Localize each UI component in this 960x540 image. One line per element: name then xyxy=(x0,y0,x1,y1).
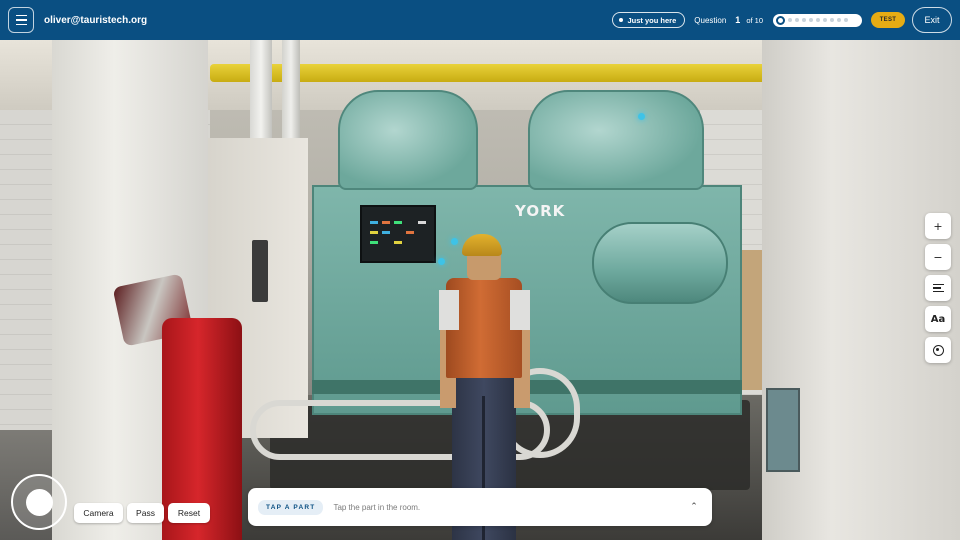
bottom-action-buttons: Camera Pass Reset xyxy=(74,503,210,523)
progress-pip xyxy=(802,18,806,22)
progress-pip xyxy=(788,18,792,22)
text-size-icon: Aa xyxy=(930,313,946,325)
avatar-sleeve xyxy=(439,290,459,330)
avatar-sleeve xyxy=(510,290,530,330)
question-prompt-panel: TAP A PART Tap the part in the room. ⌃ xyxy=(248,488,712,526)
dot-icon xyxy=(618,18,623,22)
list-button[interactable] xyxy=(925,275,951,301)
question-progress xyxy=(773,13,862,27)
cardboard-boxes[interactable] xyxy=(740,250,762,390)
question-label: Question xyxy=(694,15,727,25)
room-scene-viewport[interactable]: YORK xyxy=(0,0,960,540)
control-panel[interactable] xyxy=(360,205,436,263)
compressor-left[interactable] xyxy=(338,90,478,190)
question-type-tag: TAP A PART xyxy=(258,499,324,515)
hotspot-marker[interactable] xyxy=(638,113,645,120)
view-toolbar: + − Aa xyxy=(925,213,951,363)
target-icon xyxy=(932,344,944,356)
menu-icon xyxy=(15,14,27,17)
camera-button[interactable]: Camera xyxy=(74,503,123,523)
chevron-up-icon: ⌃ xyxy=(690,502,698,512)
progress-pip xyxy=(837,18,841,22)
pass-button[interactable]: Pass xyxy=(127,503,164,523)
question-instruction: Tap the part in the room. xyxy=(333,502,421,512)
progress-pip xyxy=(816,18,820,22)
user-email: oliver@tauristech.org xyxy=(44,14,148,26)
wall-sign[interactable] xyxy=(766,388,800,472)
movement-joystick[interactable] xyxy=(11,474,67,530)
vertical-pipe[interactable] xyxy=(282,40,300,150)
progress-pip xyxy=(795,18,799,22)
progress-pip xyxy=(830,18,834,22)
presence-chip[interactable]: Just you here xyxy=(611,12,686,28)
hotspot-marker[interactable] xyxy=(438,258,445,265)
menu-button[interactable] xyxy=(8,7,34,33)
recenter-button[interactable] xyxy=(925,337,951,363)
compressor-right[interactable] xyxy=(528,90,704,190)
question-total: of 10 xyxy=(746,15,763,25)
presence-chip-label: Just you here xyxy=(627,15,677,25)
text-size-button[interactable]: Aa xyxy=(925,306,951,332)
on-off-switch[interactable] xyxy=(252,240,268,302)
zoom-out-icon: − xyxy=(933,250,943,264)
exit-button[interactable]: Exit xyxy=(912,7,952,33)
zoom-in-button[interactable]: + xyxy=(925,213,951,239)
progress-pip xyxy=(809,18,813,22)
expand-prompt-button[interactable]: ⌃ xyxy=(686,499,702,515)
question-number: 1 xyxy=(735,15,741,25)
list-icon xyxy=(932,283,944,293)
condenser-shell[interactable] xyxy=(592,222,728,304)
progress-current-marker xyxy=(776,15,785,25)
vertical-pipe[interactable] xyxy=(250,40,272,150)
progress-pip xyxy=(844,18,848,22)
unit-brand-label: YORK xyxy=(515,202,566,220)
top-bar: oliver@tauristech.org Just you here Ques… xyxy=(0,0,960,40)
zoom-out-button[interactable]: − xyxy=(925,244,951,270)
progress-pip xyxy=(823,18,827,22)
joystick-icon[interactable] xyxy=(25,488,53,516)
hotspot-marker[interactable] xyxy=(451,238,458,245)
mode-badge: TEST xyxy=(871,12,905,28)
reset-button[interactable]: Reset xyxy=(168,503,210,523)
zoom-in-icon: + xyxy=(933,219,943,233)
